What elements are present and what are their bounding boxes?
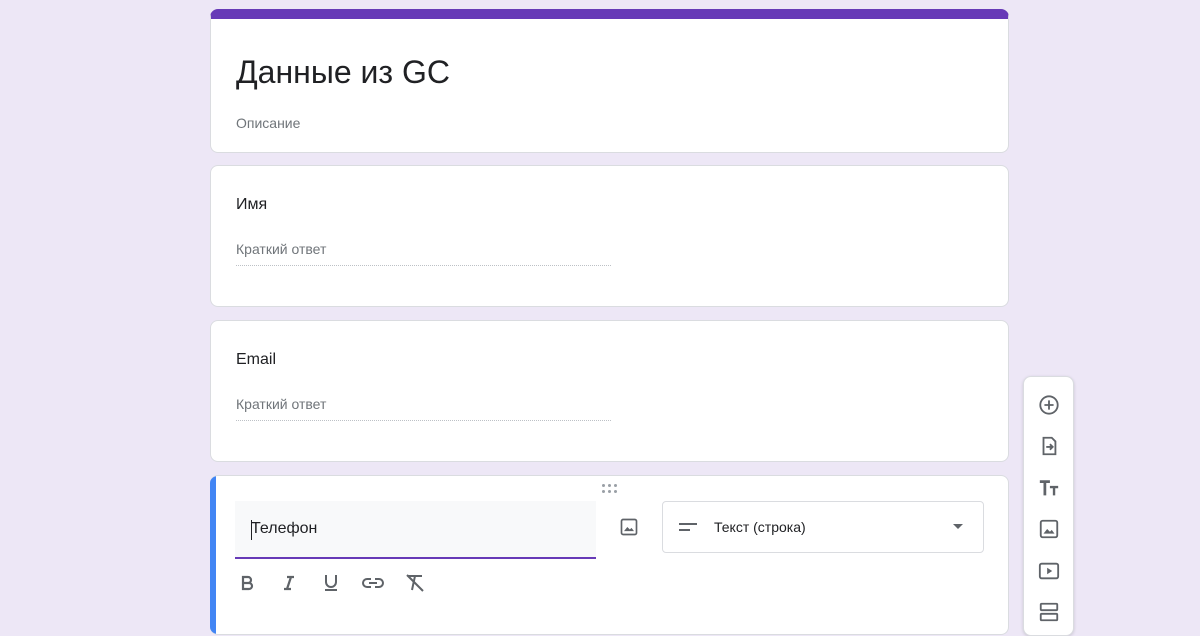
add-image-button[interactable] (614, 512, 644, 542)
import-questions-button[interactable] (1036, 433, 1062, 459)
add-question-icon (1039, 395, 1059, 415)
clear-format-button[interactable] (403, 571, 427, 595)
form-title[interactable]: Данные из GC (236, 52, 450, 92)
question-title: Имя (236, 196, 268, 213)
clear-format-icon (406, 574, 424, 592)
underline-button[interactable] (319, 571, 343, 595)
italic-icon (284, 575, 294, 591)
image-icon (620, 518, 638, 536)
form-title-card[interactable]: Данные из GC Описание (210, 9, 1009, 153)
add-section-icon (1039, 602, 1059, 622)
formatting-toolbar (235, 571, 427, 595)
add-image-toolbar-button[interactable] (1036, 516, 1062, 542)
question-card-name[interactable]: Имя Краткий ответ (210, 165, 1009, 307)
add-question-button[interactable] (1036, 392, 1062, 418)
link-icon (362, 578, 384, 588)
bold-icon (241, 575, 254, 591)
add-image-icon (1039, 519, 1059, 539)
question-card-email[interactable]: Email Краткий ответ (210, 320, 1009, 462)
question-card-phone-active[interactable]: Телефон Текст (строка) (210, 475, 1009, 635)
add-section-button[interactable] (1036, 599, 1062, 625)
question-type-select[interactable]: Текст (строка) (662, 501, 984, 553)
underline-icon (325, 575, 337, 591)
add-video-icon (1038, 562, 1060, 580)
add-title-icon (1039, 480, 1059, 496)
italic-button[interactable] (277, 571, 301, 595)
short-answer-placeholder: Краткий ответ (236, 396, 611, 421)
question-title-input[interactable]: Телефон (235, 501, 596, 559)
add-video-button[interactable] (1036, 558, 1062, 584)
short-answer-placeholder: Краткий ответ (236, 241, 611, 266)
side-toolbar (1023, 376, 1074, 636)
drag-handle-icon[interactable] (602, 484, 620, 494)
question-type-label: Текст (строка) (714, 519, 806, 535)
question-title-value: Телефон (251, 520, 318, 537)
question-title: Email (236, 351, 277, 368)
dropdown-arrow-icon (953, 524, 963, 529)
link-button[interactable] (361, 571, 385, 595)
short-text-icon (679, 523, 697, 531)
add-title-button[interactable] (1036, 475, 1062, 501)
active-indicator (210, 476, 216, 634)
bold-button[interactable] (235, 571, 259, 595)
text-cursor (251, 520, 252, 540)
import-questions-icon (1042, 436, 1057, 456)
form-description[interactable]: Описание (236, 115, 300, 131)
